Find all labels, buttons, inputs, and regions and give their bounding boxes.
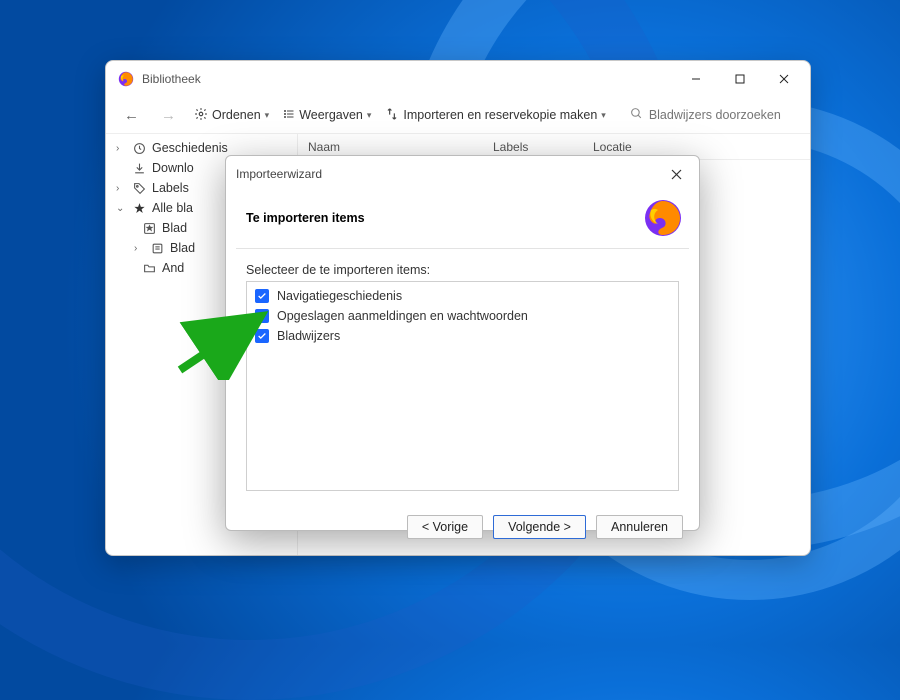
checkbox-navigation-history[interactable]: Navigatiegeschiedenis [253,286,672,306]
toolbar: ← → Ordenen ▾ Weergaven ▾ Importeren en … [106,97,810,133]
views-menu[interactable]: Weergaven ▾ [283,108,371,123]
checkbox-saved-logins[interactable]: Opgeslagen aanmeldingen en wachtwoorden [253,306,672,326]
clock-icon [132,141,146,155]
close-button[interactable] [762,64,806,94]
search-input[interactable] [649,108,796,122]
titlebar: Bibliotheek [106,61,810,97]
sort-menu[interactable]: Ordenen ▾ [194,107,269,124]
chevron-down-icon: ⌄ [116,203,126,214]
sidebar-item-label: Geschiedenis [152,141,228,155]
import-label: Importeren en reservekopie maken [403,108,597,122]
sidebar-item-label: And [162,261,184,275]
firefox-icon [118,71,134,87]
minimize-button[interactable] [674,64,718,94]
chevron-right-icon: › [116,143,126,154]
import-items-box: Navigatiegeschiedenis Opgeslagen aanmeld… [246,281,679,491]
sidebar-item-label: Downlo [152,161,194,175]
chevron-down-icon: ▾ [367,110,372,121]
checkbox-label: Navigatiegeschiedenis [277,289,402,303]
column-name[interactable]: Naam [298,140,483,154]
wizard-window-title: Importeerwizard [236,167,663,181]
tag-icon [132,181,146,195]
checkbox-label: Opgeslagen aanmeldingen en wachtwoorden [277,309,528,323]
prev-button[interactable]: < Vorige [407,515,483,539]
chevron-down-icon: ▾ [601,110,606,121]
next-button[interactable]: Volgende > [493,515,586,539]
import-export-icon [385,107,399,124]
wizard-header: Te importeren items [226,192,699,248]
sort-label: Ordenen [212,108,261,122]
wizard-prompt: Selecteer de te importeren items: [246,263,679,277]
checkbox-icon [255,329,269,343]
column-location[interactable]: Locatie [583,140,810,154]
wizard-body: Selecteer de te importeren items: Naviga… [226,249,699,505]
forward-button[interactable]: → [157,105,180,126]
star-icon [132,201,146,215]
folder-icon [142,261,156,275]
chevron-right-icon: › [134,243,144,254]
import-wizard-dialog: Importeerwizard Te importeren items Sele… [225,155,700,531]
chevron-right-icon: › [116,183,126,194]
checkbox-icon [255,289,269,303]
sidebar-item-label: Blad [162,221,187,235]
sidebar-item-label: Blad [170,241,195,255]
download-icon [132,161,146,175]
sidebar-item-label: Labels [152,181,189,195]
views-label: Weergaven [299,108,363,122]
import-menu[interactable]: Importeren en reservekopie maken ▾ [385,107,605,124]
checkbox-bookmarks[interactable]: Bladwijzers [253,326,672,346]
wizard-close-button[interactable] [663,162,689,186]
list-icon [283,108,295,123]
wizard-footer: < Vorige Volgende > Annuleren [226,505,699,553]
checkbox-icon [255,309,269,323]
cancel-button[interactable]: Annuleren [596,515,683,539]
checkbox-label: Bladwijzers [277,329,340,343]
gear-icon [194,107,208,124]
firefox-logo-icon [643,198,683,238]
bookmarks-menu-icon [150,241,164,255]
sidebar-item-label: Alle bla [152,201,193,215]
search-field[interactable] [620,107,796,123]
column-labels[interactable]: Labels [483,140,583,154]
maximize-button[interactable] [718,64,762,94]
back-button[interactable]: ← [120,105,143,126]
chevron-down-icon: ▾ [265,110,270,121]
wizard-heading: Te importeren items [246,211,643,225]
search-icon [630,107,643,123]
bookmark-star-icon [142,221,156,235]
wizard-titlebar: Importeerwizard [226,156,699,192]
window-title: Bibliotheek [142,72,674,86]
